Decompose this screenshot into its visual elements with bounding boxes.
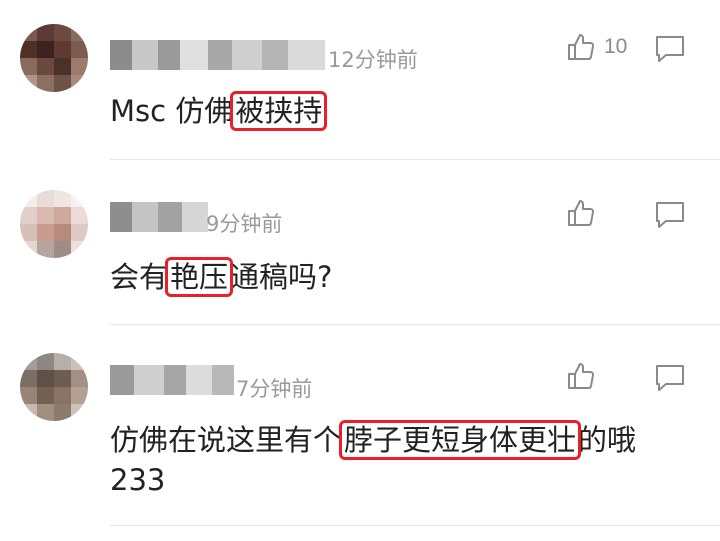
thumbs-up-icon[interactable] <box>566 32 596 62</box>
comment-text-before: 会有 <box>110 260 169 294</box>
comment-text-after: 通稿吗? <box>230 260 333 294</box>
comment-text: 仿佛在说这里有个脖子更短身体更壮的哦 <box>110 419 636 461</box>
comment-time: 12分钟前 <box>328 48 418 72</box>
comment-time: 9分钟前 <box>206 212 283 236</box>
username[interactable] <box>110 365 234 395</box>
comment-item: 7分钟前 仿佛在说这里有个脖子更短身体更壮的哦 233 <box>0 325 720 541</box>
avatar[interactable] <box>20 24 88 92</box>
comment-text: 会有艳压通稿吗? <box>110 256 332 298</box>
username[interactable] <box>110 202 208 232</box>
comment-icon[interactable] <box>654 363 686 393</box>
like-count: 10 <box>604 35 628 58</box>
like-group[interactable]: 10 <box>566 32 627 62</box>
comment-text-line2: 233 <box>110 463 166 497</box>
comment-text-before: Msc 仿佛 <box>110 94 234 128</box>
comment-text-after: 的哦 <box>578 423 637 457</box>
like-group[interactable] <box>566 361 604 391</box>
like-group[interactable] <box>566 198 604 228</box>
comment-icon[interactable] <box>654 34 686 64</box>
highlighted-text: 脖子更短身体更壮 <box>339 420 582 460</box>
comment-item: 12分钟前 10 Msc 仿佛被挟持 <box>0 0 720 160</box>
avatar[interactable] <box>20 190 88 258</box>
thumbs-up-icon[interactable] <box>566 361 596 391</box>
thumbs-up-icon[interactable] <box>566 198 596 228</box>
comment-text-before: 仿佛在说这里有个 <box>110 423 343 457</box>
avatar[interactable] <box>20 353 88 421</box>
username[interactable] <box>110 40 325 70</box>
highlighted-text: 被挟持 <box>230 91 328 131</box>
comment-item: 9分钟前 会有艳压通稿吗? <box>0 160 720 325</box>
highlighted-text: 艳压 <box>165 257 234 297</box>
divider <box>110 525 720 526</box>
comment-icon[interactable] <box>654 200 686 230</box>
comment-text: Msc 仿佛被挟持 <box>110 90 328 132</box>
comment-time: 7分钟前 <box>236 377 313 401</box>
